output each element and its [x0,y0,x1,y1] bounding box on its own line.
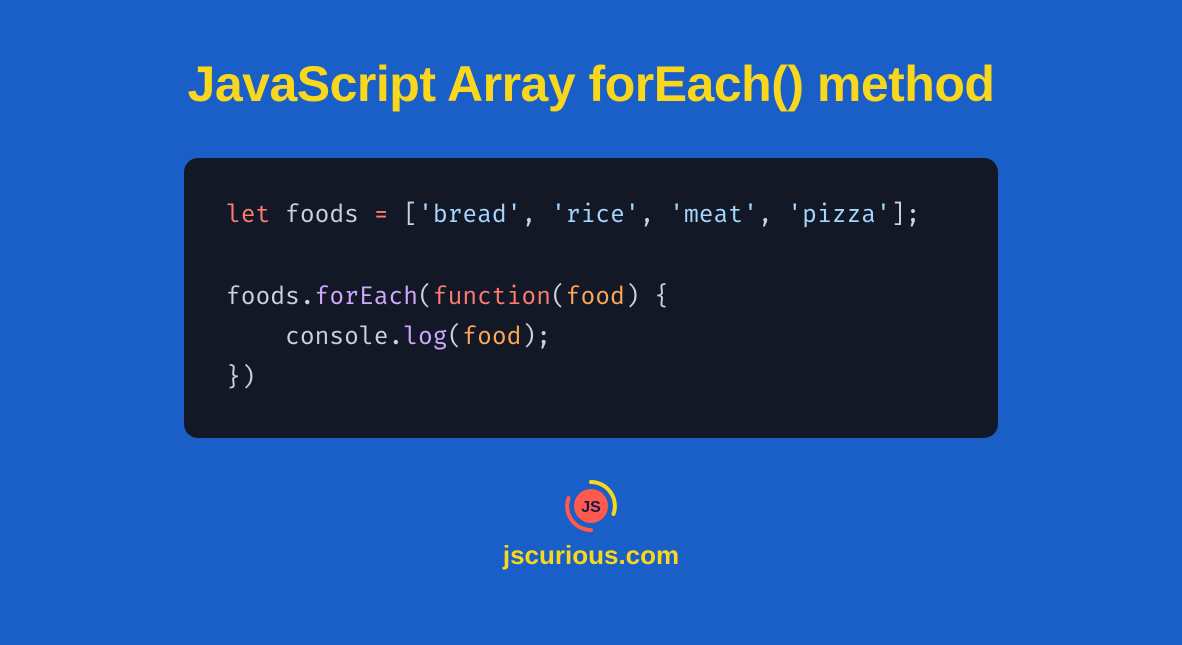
code-token: ( [418,283,433,312]
code-token: ) [241,364,256,393]
code-token: , [758,201,773,230]
logo-icon: JS [563,478,619,534]
code-token: food [462,323,521,352]
code-token: ) [625,283,640,312]
code-line-blank [226,237,956,278]
code-line-2: foods.forEach(function(food) { [226,278,956,319]
code-token [536,201,551,230]
code-token: ( [551,283,566,312]
code-token [226,323,285,352]
footer: JS jscurious.com [503,478,679,571]
code-token: ) [521,323,536,352]
code-token [270,201,285,230]
code-token: . [300,283,315,312]
code-line-1: let foods = ['bread', 'rice', 'meat', 'p… [226,196,956,237]
code-token: food [566,283,625,312]
code-token: forEach [315,283,418,312]
code-token: log [403,323,447,352]
code-token: , [640,201,655,230]
code-token: ; [536,323,551,352]
code-line-4: }) [226,359,956,400]
code-token: 'meat' [669,201,758,230]
code-token [359,201,374,230]
code-token: [ [403,201,418,230]
code-token: ( [448,323,463,352]
code-token: 'rice' [551,201,640,230]
code-block: let foods = ['bread', 'rice', 'meat', 'p… [184,158,998,438]
site-name: jscurious.com [503,540,679,571]
code-token: foods [226,283,300,312]
code-token: ; [906,201,921,230]
code-token: , [521,201,536,230]
code-token: let [226,201,270,230]
code-line-3: console.log(food); [226,318,956,359]
page-title: JavaScript Array forEach() method [188,55,995,113]
code-token: { [654,283,669,312]
code-token: } [226,364,241,393]
code-token [654,201,669,230]
code-token: . [388,323,403,352]
code-token: foods [285,201,359,230]
code-token: 'pizza' [787,201,890,230]
code-token: function [433,283,551,312]
code-token: = [374,201,389,230]
code-token: 'bread' [418,201,521,230]
code-token [389,201,404,230]
code-token: ] [891,201,906,230]
code-token: console [285,323,388,352]
code-token [640,283,655,312]
code-token [773,201,788,230]
logo-text: JS [581,499,601,516]
